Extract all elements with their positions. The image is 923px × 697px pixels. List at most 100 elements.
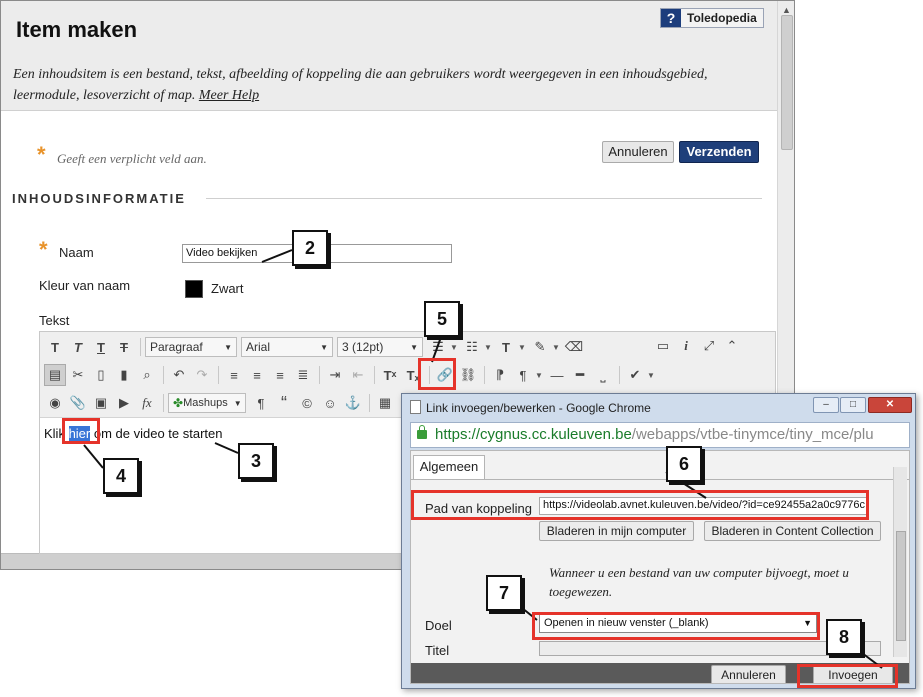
- toolbar-right-group: ▭ i ⤢ ⌃: [652, 335, 744, 357]
- help-question-icon: ?: [661, 9, 681, 27]
- chevron-down-icon[interactable]: ▼: [518, 343, 526, 352]
- align-center-icon[interactable]: ≡: [246, 364, 268, 386]
- math-icon[interactable]: fx: [136, 392, 158, 414]
- outdent-icon[interactable]: ⇤: [347, 364, 369, 386]
- highlight-icon[interactable]: ✎: [529, 336, 551, 358]
- horizontal-rule-icon[interactable]: —: [546, 364, 568, 386]
- page-header: Item maken ? Toledopedia Een inhoudsitem…: [1, 1, 777, 111]
- close-button[interactable]: ✕: [868, 397, 912, 413]
- ltr-icon[interactable]: ⁋: [489, 364, 511, 386]
- align-justify-icon[interactable]: ≣: [292, 364, 314, 386]
- submit-button[interactable]: Verzenden: [679, 141, 759, 163]
- bold-icon[interactable]: T: [44, 336, 66, 358]
- chevron-down-icon[interactable]: ▼: [484, 343, 492, 352]
- cut-icon[interactable]: ✂: [67, 364, 89, 386]
- address-bar[interactable]: https://cygnus.cc.kuleuven.be/webapps/vt…: [410, 422, 910, 448]
- unlink-icon[interactable]: ⛓: [457, 364, 479, 386]
- chevron-down-icon[interactable]: ▼: [647, 371, 655, 380]
- subscript-icon[interactable]: Tₓ: [402, 364, 424, 386]
- paste-icon[interactable]: ▤: [44, 364, 66, 386]
- fullscreen-icon[interactable]: ⤢: [698, 335, 720, 357]
- spellcheck-icon[interactable]: ✔: [624, 364, 646, 386]
- insert-link-icon[interactable]: 🔗: [434, 364, 456, 386]
- toolbar-separator: [163, 366, 164, 384]
- cancel-button[interactable]: Annuleren: [602, 141, 674, 163]
- toledopedia-help-button[interactable]: ? Toledopedia: [660, 8, 764, 28]
- minimize-button[interactable]: –: [813, 397, 839, 413]
- selected-link-text[interactable]: hier: [68, 426, 91, 441]
- table-icon[interactable]: ▦: [374, 392, 396, 414]
- name-color-label: Kleur van naam: [39, 278, 131, 293]
- undo-icon[interactable]: ↶: [168, 364, 190, 386]
- browse-computer-button[interactable]: Bladeren in mijn computer: [539, 521, 694, 541]
- font-dropdown-value: Arial: [246, 340, 271, 354]
- target-select-value: Openen in nieuw venster (_blank): [544, 617, 709, 629]
- nonbreaking-space-icon[interactable]: ⎵: [592, 364, 614, 386]
- text-color-icon[interactable]: T: [495, 336, 517, 358]
- scroll-up-icon[interactable]: ▲: [782, 5, 791, 15]
- attach-file-icon[interactable]: 📎: [67, 392, 89, 414]
- redo-icon[interactable]: ↷: [191, 364, 213, 386]
- callout-5: 5: [424, 301, 460, 337]
- bullet-list-icon[interactable]: ☰: [427, 336, 449, 358]
- chevron-down-icon[interactable]: ▼: [535, 371, 543, 380]
- record-icon[interactable]: ◉: [44, 392, 66, 414]
- editor-content[interactable]: Klik hier om de video te starten: [44, 426, 223, 441]
- url-host: https://cygnus.cc.kuleuven.be: [435, 426, 632, 443]
- title-label: Titel: [425, 643, 450, 658]
- strikethrough-icon[interactable]: T: [113, 336, 135, 358]
- insert-button[interactable]: Invoegen: [813, 665, 893, 683]
- dropdown-arrow-icon: ▼: [224, 342, 232, 352]
- link-path-input[interactable]: https://videolab.avnet.kuleuven.be/video…: [539, 497, 869, 515]
- font-dropdown[interactable]: Arial ▼: [241, 337, 333, 357]
- indent-icon[interactable]: ⇥: [324, 364, 346, 386]
- toolbar-separator: [429, 366, 430, 384]
- dropdown-arrow-icon: ▼: [320, 342, 328, 352]
- browse-content-collection-button[interactable]: Bladeren in Content Collection: [704, 521, 881, 541]
- maximize-button[interactable]: □: [840, 397, 866, 413]
- insert-media-icon[interactable]: ▶: [113, 392, 135, 414]
- align-left-icon[interactable]: ≡: [223, 364, 245, 386]
- superscript-icon[interactable]: Tˣ: [379, 364, 401, 386]
- paragraph-mark-icon[interactable]: ¶: [250, 392, 272, 414]
- insert-image-icon[interactable]: ▣: [90, 392, 112, 414]
- copy-icon[interactable]: ▯: [90, 364, 112, 386]
- toolbar-row-3: ◉ 📎 ▣ ▶ fx ✤ Mashups ▼ ¶ “ © ☺ ⚓ ▦: [44, 391, 397, 415]
- emoticon-icon[interactable]: ☺: [319, 392, 341, 414]
- chevron-down-icon[interactable]: ▼: [450, 343, 458, 352]
- preview-icon[interactable]: ▭: [652, 335, 674, 357]
- page-title: Item maken: [16, 17, 138, 42]
- popup-cancel-button[interactable]: Annuleren: [711, 665, 786, 683]
- paste-text-icon[interactable]: ▮: [113, 364, 135, 386]
- popup-vertical-scrollbar[interactable]: [893, 467, 907, 657]
- tab-general[interactable]: Algemeen: [413, 455, 485, 479]
- eraser-icon[interactable]: ⌫: [563, 336, 585, 358]
- font-size-dropdown[interactable]: 3 (12pt) ▼: [337, 337, 423, 357]
- blockquote-icon[interactable]: “: [273, 392, 295, 414]
- anchor-icon[interactable]: ⚓: [342, 392, 364, 414]
- italic-icon[interactable]: T: [67, 336, 89, 358]
- collapse-toolbar-icon[interactable]: ⌃: [721, 335, 743, 357]
- info-icon[interactable]: i: [675, 335, 697, 357]
- toolbar-separator: [484, 366, 485, 384]
- callout-7: 7: [486, 575, 522, 611]
- dropdown-arrow-icon: ▼: [410, 342, 418, 352]
- underline-icon[interactable]: T: [90, 336, 112, 358]
- mashups-dropdown[interactable]: ✤ Mashups ▼: [168, 393, 246, 413]
- color-picker-swatch[interactable]: [185, 280, 203, 298]
- more-help-link[interactable]: Meer Help: [199, 88, 259, 103]
- scrollbar-thumb[interactable]: [781, 15, 793, 150]
- find-icon[interactable]: ⌕: [136, 364, 158, 386]
- copyright-icon[interactable]: ©: [296, 392, 318, 414]
- chevron-down-icon[interactable]: ▼: [552, 343, 560, 352]
- align-right-icon[interactable]: ≡: [269, 364, 291, 386]
- scrollbar-thumb[interactable]: [896, 531, 906, 641]
- format-dropdown[interactable]: Paragraaf ▼: [145, 337, 237, 357]
- url-text: https://cygnus.cc.kuleuven.be/webapps/vt…: [435, 426, 905, 443]
- thick-rule-icon[interactable]: ━: [569, 364, 591, 386]
- target-select[interactable]: Openen in nieuw venster (_blank) ▼: [539, 614, 817, 633]
- rtl-icon[interactable]: ¶: [512, 364, 534, 386]
- toolbar-separator: [374, 366, 375, 384]
- numbered-list-icon[interactable]: ☷: [461, 336, 483, 358]
- toolbar-separator: [218, 366, 219, 384]
